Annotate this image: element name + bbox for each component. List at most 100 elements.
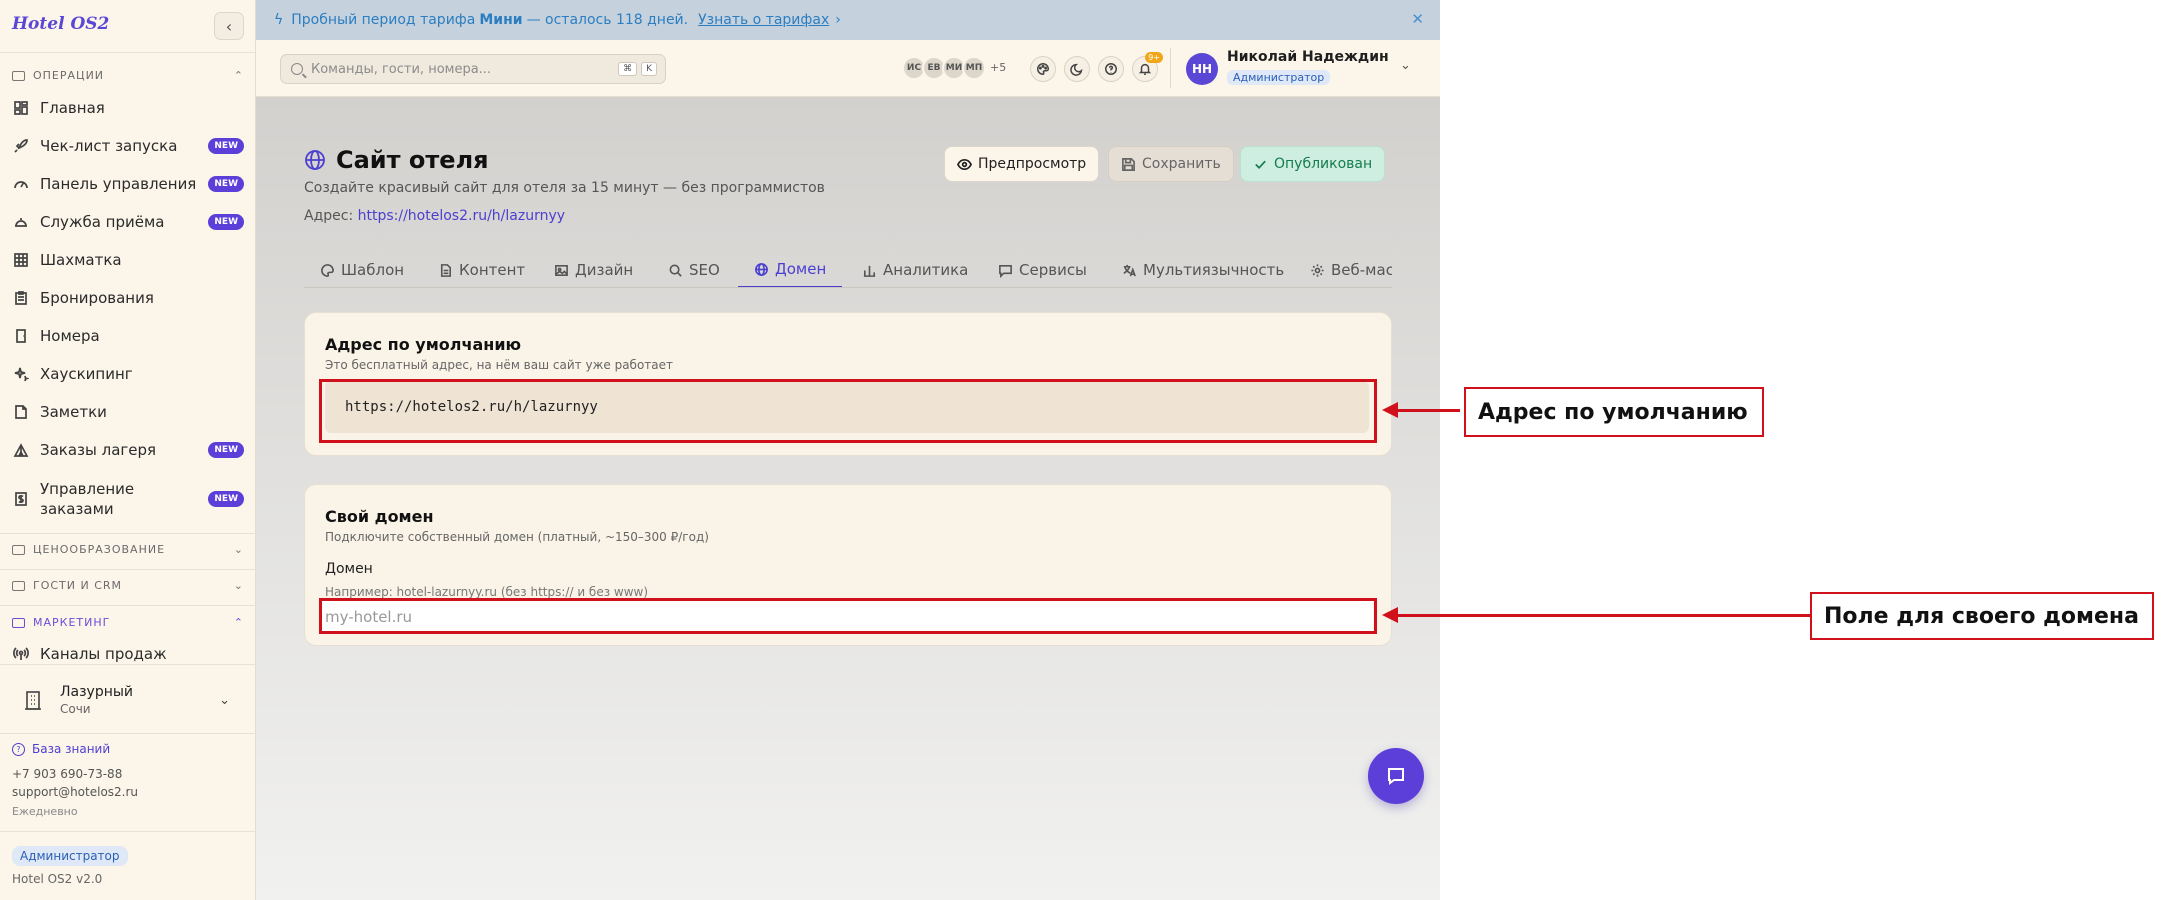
callout-line bbox=[1396, 614, 1810, 617]
section-marketing[interactable]: Маркетинг ⌃ bbox=[12, 616, 244, 629]
rocket-icon bbox=[12, 137, 30, 155]
section-guests-crm[interactable]: Гости и CRM ⌄ bbox=[12, 579, 244, 592]
bell-icon bbox=[1138, 63, 1152, 75]
sidebar-item-launch-checklist[interactable]: Чек-лист запуска NEW bbox=[12, 137, 244, 155]
section-pricing[interactable]: Ценообразование ⌄ bbox=[12, 543, 244, 556]
online-users[interactable]: ИС ЕВ МИ МП +5 bbox=[902, 56, 1006, 80]
close-icon[interactable]: ✕ bbox=[1411, 10, 1424, 28]
dark-mode-button[interactable] bbox=[1064, 56, 1090, 82]
new-badge: NEW bbox=[208, 176, 244, 192]
site-address-link[interactable]: https://hotelos2.ru/h/lazurnyy bbox=[358, 208, 565, 224]
note-icon bbox=[12, 403, 30, 421]
chat-button[interactable] bbox=[1368, 748, 1424, 804]
section-operations[interactable]: Операции ⌃ bbox=[12, 69, 244, 82]
tab-label: Сервисы bbox=[1019, 261, 1087, 279]
support-schedule: Ежедневно bbox=[12, 805, 78, 818]
chevron-down-icon[interactable]: ⌄ bbox=[1400, 58, 1411, 73]
sidebar-item-label: Каналы продаж bbox=[40, 645, 167, 663]
sidebar-item-notes[interactable]: Заметки bbox=[12, 403, 244, 421]
save-label: Сохранить bbox=[1142, 156, 1221, 172]
door-icon bbox=[12, 327, 30, 345]
sidebar-item-sales-channels[interactable]: Каналы продаж bbox=[12, 645, 244, 663]
sidebar-item-front-desk[interactable]: Служба приёма NEW bbox=[12, 213, 244, 231]
sidebar-item-control-panel[interactable]: Панель управления NEW bbox=[12, 175, 244, 193]
tab-content[interactable]: Контент bbox=[438, 252, 526, 287]
published-button[interactable]: Опубликован bbox=[1240, 146, 1386, 182]
tab-template[interactable]: Шаблон bbox=[320, 252, 405, 287]
callout-custom-domain: Поле для своего домена bbox=[1810, 592, 2154, 640]
sidebar-item-label: Заказы лагеря bbox=[40, 441, 157, 459]
card-title: Свой домен bbox=[325, 507, 434, 526]
preview-label: Предпросмотр bbox=[978, 156, 1087, 172]
domain-input[interactable] bbox=[321, 601, 1373, 633]
custom-domain-card: Свой домен Подключите собственный домен … bbox=[304, 484, 1392, 646]
chat-bubble-icon bbox=[1388, 768, 1404, 785]
sidebar-item-chessboard[interactable]: Шахматка bbox=[12, 251, 244, 269]
tab-design[interactable]: Дизайн bbox=[554, 252, 633, 287]
page-subtitle: Создайте красивый сайт для отеля за 15 м… bbox=[304, 180, 825, 196]
tab-domain[interactable]: Домен bbox=[738, 252, 843, 287]
sidebar-item-bookings[interactable]: Бронирования bbox=[12, 289, 244, 307]
section-marketing-label: Маркетинг bbox=[33, 616, 111, 629]
tab-label: Аналитика bbox=[883, 261, 969, 279]
default-address-card: Адрес по умолчанию Это бесплатный адрес,… bbox=[304, 312, 1392, 456]
default-url-field[interactable]: https://hotelos2.ru/h/lazurnyy bbox=[325, 381, 1369, 433]
tab-label: Шаблон bbox=[341, 261, 405, 279]
support-phone[interactable]: +7 903 690-73-88 bbox=[12, 767, 122, 781]
sidebar-item-housekeeping[interactable]: Хаускипинг bbox=[12, 365, 244, 383]
avatar: МП bbox=[962, 56, 986, 80]
tab-seo[interactable]: SEO bbox=[668, 252, 720, 287]
preview-button[interactable]: Предпросмотр bbox=[944, 146, 1100, 182]
new-badge: NEW bbox=[208, 138, 244, 154]
file-icon bbox=[440, 263, 451, 277]
tab-multilingual[interactable]: Мультиязычность bbox=[1122, 252, 1284, 287]
sidebar-item-home[interactable]: Главная bbox=[12, 99, 244, 117]
clipboard-icon bbox=[12, 289, 30, 307]
user-role-badge: Администратор bbox=[1227, 70, 1331, 85]
hotel-selector[interactable]: Лазурный Сочи ⌄ bbox=[12, 672, 244, 728]
support-email[interactable]: support@hotelos2.ru bbox=[12, 785, 138, 799]
page-title: Сайт отеля bbox=[304, 146, 489, 174]
eye-icon bbox=[957, 158, 972, 170]
palette-icon bbox=[1037, 63, 1049, 75]
domain-field-label: Домен bbox=[325, 561, 373, 577]
help-circle-icon bbox=[1105, 63, 1117, 75]
knowledge-base-link[interactable]: ? База знаний bbox=[12, 742, 110, 756]
collapse-sidebar-button[interactable]: ‹ bbox=[214, 12, 244, 40]
sidebar-item-order-management[interactable]: Управление заказами NEW bbox=[12, 479, 244, 519]
tab-label: Контент bbox=[459, 261, 526, 279]
shortcut-hint: ⌘ K bbox=[618, 62, 657, 76]
site-tabs: Шаблон Контент Дизайн SEO Домен Аналитик… bbox=[304, 252, 1392, 288]
tab-analytics[interactable]: Аналитика bbox=[862, 252, 969, 287]
command-search[interactable]: Команды, гости, номера... ⌘ K bbox=[280, 54, 666, 84]
sidebar-item-camp-orders[interactable]: Заказы лагеря NEW bbox=[12, 441, 244, 459]
grid-icon bbox=[12, 251, 30, 269]
tab-label: Веб-мас bbox=[1331, 261, 1392, 279]
tab-webmaster[interactable]: Веб-мас bbox=[1310, 252, 1392, 287]
brand-logo[interactable]: Hotel OS2 bbox=[12, 14, 109, 34]
divider bbox=[0, 52, 256, 53]
notifications-button[interactable]: 9+ bbox=[1132, 52, 1163, 82]
sparkles-icon bbox=[12, 365, 30, 383]
divider bbox=[0, 533, 256, 534]
pricing-link[interactable]: Узнать о тарифах bbox=[698, 12, 829, 28]
chevron-down-icon: ⌄ bbox=[233, 543, 244, 556]
user-avatar[interactable]: НН bbox=[1186, 53, 1218, 85]
site-address: Адрес: https://hotelos2.ru/h/lazurnyy bbox=[304, 208, 565, 224]
domain-field-hint: Например: hotel-lazurnyy.ru (без https:/… bbox=[325, 585, 649, 599]
theme-palette-button[interactable] bbox=[1030, 56, 1056, 82]
published-label: Опубликован bbox=[1274, 156, 1373, 172]
settings-icon bbox=[1311, 263, 1324, 277]
arrow-left-icon bbox=[1382, 607, 1398, 623]
tab-services[interactable]: Сервисы bbox=[998, 252, 1087, 287]
user-name[interactable]: Николай Надеждин bbox=[1227, 49, 1389, 65]
save-button[interactable]: Сохранить bbox=[1108, 146, 1234, 182]
divider bbox=[0, 831, 256, 832]
new-badge: NEW bbox=[208, 214, 244, 230]
role-badge: Администратор bbox=[12, 846, 128, 866]
receipt-icon bbox=[12, 490, 30, 508]
bar-chart-icon bbox=[863, 265, 876, 277]
help-button[interactable] bbox=[1098, 56, 1124, 82]
search-input[interactable]: Команды, гости, номера... bbox=[311, 62, 491, 77]
sidebar-item-rooms[interactable]: Номера bbox=[12, 327, 244, 345]
